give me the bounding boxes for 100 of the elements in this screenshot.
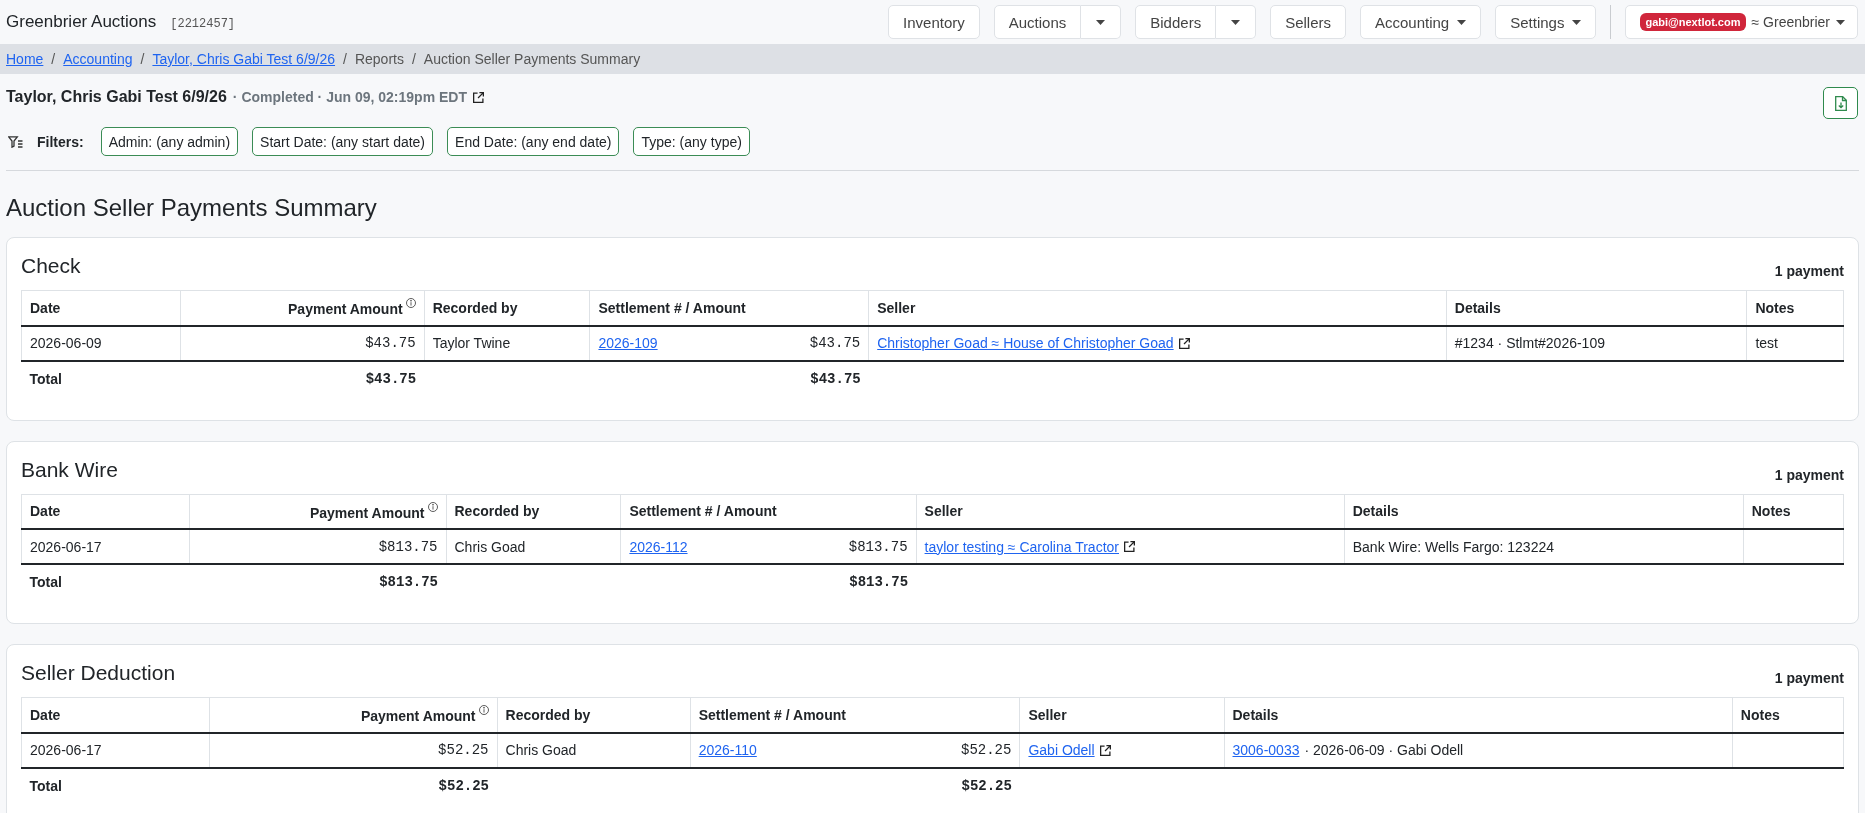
nav-dropdown-button[interactable]: Accounting (1360, 5, 1482, 39)
external-link-icon[interactable] (1124, 541, 1135, 552)
table-cell: test (1746, 325, 1844, 361)
column-header: Details (1454, 299, 1501, 316)
table-cell: 2026-06-09 (21, 325, 180, 361)
total-amount: $43.75 (589, 360, 869, 396)
column-header: Payment Amount (288, 301, 403, 318)
filter-chip[interactable]: Admin: (any admin) (100, 127, 239, 156)
info-icon[interactable] (478, 705, 489, 716)
column-header: Recorded by (505, 706, 591, 723)
total-amount: $52.25 (690, 767, 1020, 803)
export-button[interactable] (1823, 87, 1858, 119)
account-id: [2212457] (170, 17, 236, 31)
filter-icon (8, 135, 23, 148)
breadcrumb-link[interactable]: Accounting (63, 51, 133, 67)
nav-button[interactable]: Auctions (993, 5, 1082, 39)
column-header: Date (30, 706, 61, 723)
column-header: Settlement # / Amount (598, 299, 746, 316)
column-header: Seller (924, 503, 963, 520)
filters-label: Filters: (37, 133, 84, 150)
external-link-icon[interactable] (1178, 337, 1190, 349)
total-label: Total (21, 564, 190, 599)
table-cell: Taylor Twine (424, 325, 590, 361)
table-cell: #1234 · Stlmt#2026-109 (1446, 325, 1747, 361)
column-header: Payment Amount (309, 504, 425, 521)
table-cell: $52.25 (209, 732, 498, 768)
total-label: Total (21, 767, 210, 803)
table-cell: Chris Goad (446, 529, 621, 564)
column-header: Seller (1028, 706, 1067, 723)
total-amount: $43.75 (180, 360, 425, 396)
settlement-link[interactable]: 2026-109 (598, 335, 658, 351)
total-amount: $813.75 (189, 564, 446, 599)
user-menu-button[interactable]: gabi@nextlot.com ≈ Greenbrier (1625, 5, 1858, 39)
table-cell: 2026-06-17 (21, 529, 190, 564)
nav-button[interactable]: Bidders (1135, 5, 1217, 39)
report-title: Taylor, Chris Gabi Test 6/9/26 (6, 87, 227, 107)
column-header: Notes (1755, 299, 1795, 316)
table-cell: $43.75 (180, 325, 425, 361)
details-link[interactable]: 3006-0033 (1232, 742, 1300, 758)
breadcrumb-separator: / (140, 51, 145, 67)
caret-icon (1096, 19, 1106, 25)
payment-count: 1 payment (1774, 669, 1844, 687)
report-status: · Completed · Jun 09, 02:19pm EDT (232, 88, 467, 107)
app-title: Greenbrier Auctions (6, 12, 157, 32)
nav-button[interactable]: Inventory (888, 5, 980, 39)
table-cell: Chris Goad (497, 732, 691, 768)
info-icon[interactable] (427, 501, 438, 512)
dropdown-toggle-button[interactable] (1216, 5, 1257, 39)
settlement-amount: $813.75 (848, 538, 908, 555)
breadcrumb-item: Reports (354, 51, 404, 67)
section-title: Seller Deduction (21, 660, 176, 686)
section-title: Check (21, 253, 81, 279)
settlement-link[interactable]: 2026-112 (629, 538, 688, 555)
breadcrumb-separator: / (411, 51, 416, 67)
dropdown-toggle-button[interactable] (1081, 5, 1122, 39)
breadcrumb-link[interactable]: Taylor, Chris Gabi Test 6/9/26 (152, 51, 336, 67)
filter-chip[interactable]: Type: (any type) (633, 127, 750, 156)
column-header: Notes (1751, 503, 1791, 520)
filter-chip[interactable]: Start Date: (any start date) (252, 127, 434, 156)
table-cell: 2026-06-17 (21, 732, 210, 768)
column-header: Settlement # / Amount (698, 706, 846, 723)
caret-icon (1457, 19, 1467, 25)
file-download-icon (1834, 95, 1847, 111)
breadcrumb-link[interactable]: Home (6, 51, 44, 67)
total-amount: $813.75 (620, 564, 917, 599)
table-cell: $813.75 (189, 529, 446, 564)
column-header: Notes (1740, 706, 1780, 723)
caret-icon (1836, 19, 1845, 25)
caret-icon (1572, 19, 1582, 25)
breadcrumb-separator: / (343, 51, 347, 67)
column-header: Details (1352, 503, 1399, 520)
details-text: · 2026-06-09 · Gabi Odell (1304, 742, 1464, 758)
nav-dropdown-button[interactable]: Settings (1495, 5, 1597, 39)
caret-icon (1231, 19, 1241, 25)
column-header: Seller (877, 299, 916, 316)
email-badge: gabi@nextlot.com (1640, 13, 1746, 31)
column-header: Date (30, 503, 61, 520)
total-label: Total (21, 360, 180, 396)
column-header: Settlement # / Amount (629, 503, 777, 520)
external-link-icon[interactable] (473, 91, 484, 103)
page-title: Auction Seller Payments Summary (6, 193, 378, 223)
section-title: Bank Wire (21, 456, 118, 483)
column-header: Recorded by (454, 503, 540, 520)
settlement-link[interactable]: 2026-110 (698, 742, 757, 758)
seller-link[interactable]: Gabi Odell (1028, 742, 1095, 758)
column-header: Payment Amount (360, 708, 476, 725)
info-icon[interactable] (405, 298, 416, 309)
settlement-amount: $43.75 (809, 335, 861, 351)
payment-count: 1 payment (1774, 262, 1844, 280)
breadcrumb-item: Auction Seller Payments Summary (423, 51, 641, 67)
settlement-amount: $52.25 (961, 742, 1012, 758)
external-link-icon[interactable] (1099, 744, 1111, 756)
column-header: Date (30, 299, 61, 316)
breadcrumb-separator: / (51, 51, 56, 67)
filter-chip[interactable]: End Date: (any end date) (447, 127, 620, 156)
nav-button[interactable]: Sellers (1270, 5, 1346, 39)
column-header: Details (1232, 706, 1279, 723)
total-amount: $52.25 (209, 767, 498, 803)
payment-count: 1 payment (1774, 465, 1844, 484)
column-header: Recorded by (432, 299, 518, 316)
